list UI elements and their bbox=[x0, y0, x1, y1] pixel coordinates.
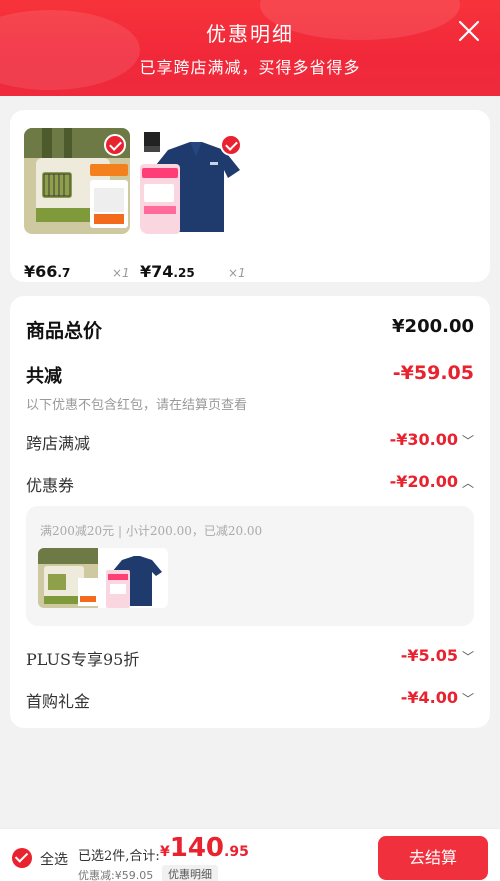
header-title: 优惠明细 bbox=[206, 22, 294, 46]
total-value: ¥200.00 bbox=[392, 316, 474, 337]
discount-row-plus[interactable]: PLUS专享95折 -¥5.05 ﹀ bbox=[26, 646, 474, 674]
select-all-checkbox[interactable] bbox=[12, 848, 32, 868]
discount-row-cross-store[interactable]: 跨店满减 -¥30.00 ﹀ bbox=[26, 430, 474, 458]
discount-row-coupon[interactable]: 优惠券 -¥20.00 ︿ bbox=[26, 472, 474, 500]
product-thumbnails-image bbox=[38, 548, 168, 608]
reduce-row: 共减 -¥59.05 bbox=[26, 362, 474, 390]
reduce-label: 共减 bbox=[26, 366, 62, 387]
discount-summary: 优惠减:¥59.05 bbox=[78, 869, 154, 881]
chevron-down-icon[interactable]: ﹀ bbox=[462, 648, 474, 665]
discount-value: -¥4.00 bbox=[400, 688, 458, 707]
checkout-bar: 全选 已选2件,合计: ¥140.95 优惠减:¥59.05 优惠明细 去结算 bbox=[0, 828, 500, 881]
product-checkbox[interactable] bbox=[104, 134, 126, 156]
product-quantity: ×1 bbox=[228, 266, 246, 280]
product-quantity: ×1 bbox=[112, 266, 130, 280]
header-subtitle: 已享跨店满减，买得多省得多 bbox=[139, 58, 361, 77]
discount-label: 首购礼金 bbox=[26, 692, 91, 711]
product-image[interactable] bbox=[140, 128, 246, 234]
product-checkbox[interactable] bbox=[220, 134, 242, 156]
discount-value: -¥5.05 bbox=[400, 646, 458, 665]
coupon-detail-text: 满200减20元 | 小计200.00，已减20.00 bbox=[40, 524, 263, 538]
chevron-up-icon[interactable]: ︿ bbox=[462, 474, 474, 491]
reduce-value: -¥59.05 bbox=[392, 362, 474, 384]
products-card: ¥66.7 ×1 ¥74.25 ×1 bbox=[10, 110, 490, 282]
discount-note: 以下优惠不包含红包，请在结算页查看 bbox=[26, 398, 248, 413]
discount-detail-link[interactable]: 优惠明细 bbox=[162, 865, 218, 881]
discount-header: 优惠明细 已享跨店满减，买得多省得多 bbox=[0, 0, 500, 96]
product-image[interactable] bbox=[24, 128, 130, 234]
total-price: ¥140.95 bbox=[160, 833, 249, 863]
chevron-down-icon[interactable]: ﹀ bbox=[462, 690, 474, 707]
checkout-button[interactable]: 去结算 bbox=[378, 836, 488, 880]
price-summary-card: 商品总价 ¥200.00 共减 -¥59.05 以下优惠不包含红包，请在结算页查… bbox=[10, 296, 490, 728]
coupon-product-thumbnails bbox=[38, 548, 168, 608]
product-item[interactable]: ¥66.7 ×1 bbox=[24, 128, 130, 281]
select-all-label[interactable]: 全选 bbox=[40, 849, 68, 869]
product-price: ¥74.25 bbox=[140, 262, 195, 281]
close-icon[interactable] bbox=[458, 20, 480, 42]
chevron-down-icon[interactable]: ﹀ bbox=[462, 432, 474, 449]
product-price: ¥66.7 bbox=[24, 262, 71, 281]
coupon-detail-box: 满200减20元 | 小计200.00，已减20.00 bbox=[26, 506, 474, 626]
total-label: 商品总价 bbox=[26, 320, 103, 342]
discount-label: PLUS专享95折 bbox=[26, 650, 140, 669]
total-row: 商品总价 ¥200.00 bbox=[26, 316, 474, 344]
discount-value: -¥20.00 bbox=[389, 472, 458, 491]
product-item[interactable]: ¥74.25 ×1 bbox=[140, 128, 246, 281]
discount-label: 优惠券 bbox=[26, 476, 75, 495]
discount-row-first-purchase[interactable]: 首购礼金 -¥4.00 ﹀ bbox=[26, 688, 474, 716]
discount-value: -¥30.00 bbox=[389, 430, 458, 449]
discount-label: 跨店满减 bbox=[26, 434, 91, 453]
selected-count: 已选2件,合计: bbox=[78, 849, 160, 864]
